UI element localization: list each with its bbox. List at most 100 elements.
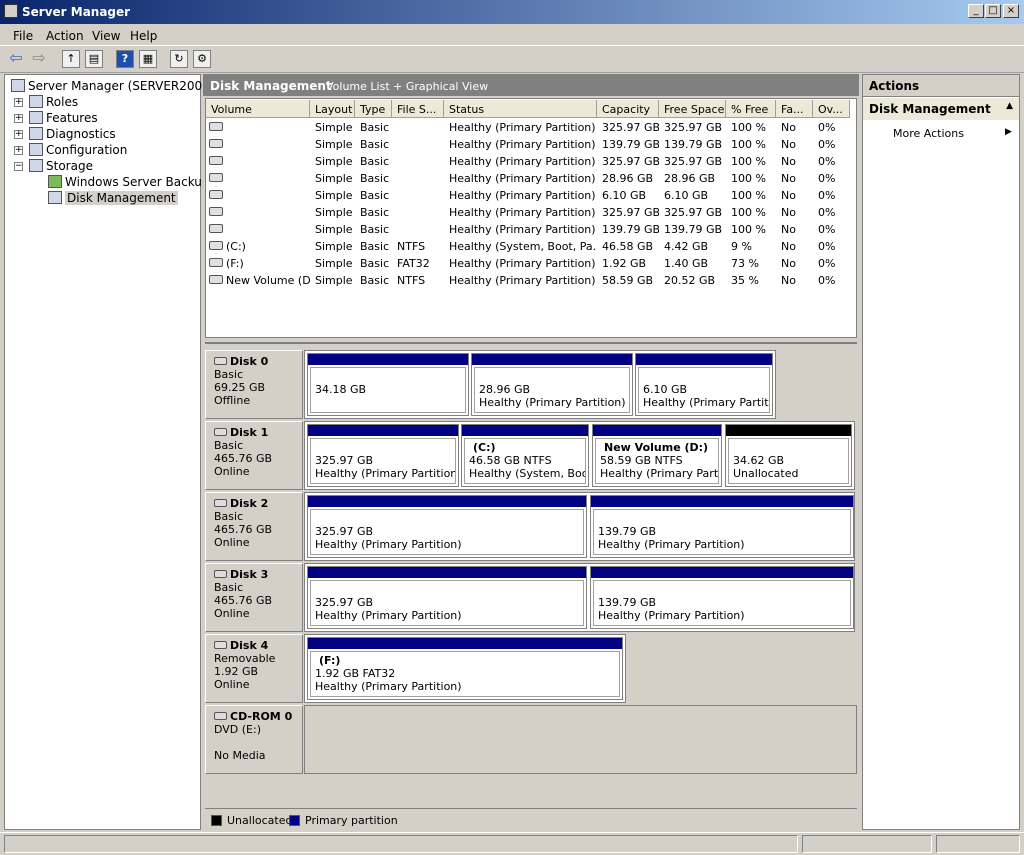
disk-size: 1.92 GB: [214, 665, 259, 678]
refresh-icon[interactable]: ↻: [170, 50, 188, 68]
partition[interactable]: 325.97 GB Healthy (Primary Partition): [307, 424, 459, 487]
show-hide-tree-icon[interactable]: ▤: [85, 50, 103, 68]
volume-row[interactable]: Simple Basic Healthy (Primary Partition) 13…: [206, 221, 856, 238]
partition[interactable]: (C:)46.58 GB NTFSHealthy (System, Boot, …: [461, 424, 589, 487]
partition[interactable]: 34.18 GB: [307, 353, 469, 416]
partition[interactable]: 325.97 GB Healthy (Primary Partition): [307, 566, 587, 629]
disk-label[interactable]: Disk 0 Basic 69.25 GB Offline: [205, 350, 303, 419]
tree-item-roles[interactable]: Roles: [29, 95, 78, 109]
partition-body: 28.96 GB Healthy (Primary Partition): [474, 367, 630, 413]
cell-free: 20.52 GB: [664, 274, 716, 287]
menu-file[interactable]: File: [13, 29, 33, 43]
partition[interactable]: New Volume (D:) 58.59 GB NTFS Healthy (Pri…: [592, 424, 722, 487]
collapse-storage-icon[interactable]: −: [14, 162, 23, 171]
legend-swatch-unallocated: [211, 815, 222, 826]
disk-label[interactable]: Disk 3 Basic 465.76 GB Online: [205, 563, 303, 632]
expand-diagnostics-icon[interactable]: +: [14, 130, 23, 139]
column-header-capacity[interactable]: Capacity: [597, 100, 659, 118]
disk-label[interactable]: Disk 4 Removable 1.92 GB Online: [205, 634, 303, 703]
column-header-volume[interactable]: Volume: [206, 100, 310, 118]
disk-label[interactable]: Disk 2 Basic 465.76 GB Online: [205, 492, 303, 561]
disk-state: Online: [214, 678, 250, 691]
export-icon[interactable]: ⚙: [193, 50, 211, 68]
volume-icon: [209, 156, 223, 165]
cell-fault: No: [781, 206, 796, 219]
disk-icon: [214, 428, 227, 436]
volume-icon: [209, 241, 223, 250]
column-header-percent-free[interactable]: % Free: [726, 100, 776, 118]
partition[interactable]: 139.79 GB Healthy (Primary Partition): [590, 495, 854, 558]
column-header-free-space[interactable]: Free Space: [659, 100, 726, 118]
volume-row[interactable]: New Volume (D:) Simple Basic NTFS Healthy (P…: [206, 272, 856, 289]
forward-arrow-icon[interactable]: ⇨: [30, 50, 48, 68]
storage-icon: [29, 159, 43, 172]
close-button[interactable]: ×: [1003, 4, 1019, 18]
cell-capacity: 46.58 GB: [602, 240, 654, 253]
partition-size: 58.59 GB NTFS: [600, 454, 683, 467]
roles-icon: [29, 95, 43, 108]
cell-type: Basic: [360, 223, 390, 236]
tree-root[interactable]: Server Manager (SERVER2008): [11, 79, 215, 93]
volume-row[interactable]: Simple Basic Healthy (Primary Partition) 32…: [206, 119, 856, 136]
column-header-fault-tolerance[interactable]: Fa...: [776, 100, 813, 118]
volume-icon: [209, 258, 223, 267]
volume-row[interactable]: (C:) Simple Basic NTFS Healthy (System, Boot…: [206, 238, 856, 255]
menu-action[interactable]: Action: [46, 29, 84, 43]
column-header-file-system[interactable]: File S...: [392, 100, 444, 118]
more-actions-item[interactable]: More Actions ▶: [893, 127, 1012, 140]
unallocated-space[interactable]: 34.62 GB Unallocated: [725, 424, 852, 487]
tree-item-disk-management[interactable]: Disk Management: [48, 191, 178, 205]
legend-swatch-primary: [289, 815, 300, 826]
cell-layout: Simple: [315, 138, 353, 151]
partition-title: (F:): [319, 654, 341, 667]
cell-overhead: 0%: [818, 274, 836, 287]
status-bar: [0, 832, 1024, 855]
partition[interactable]: 139.79 GB Healthy (Primary Partition): [590, 566, 854, 629]
volume-icon: [209, 139, 223, 148]
tree-item-features[interactable]: Features: [29, 111, 98, 125]
volume-row[interactable]: Simple Basic Healthy (Primary Partition) 32…: [206, 204, 856, 221]
disk-icon: [214, 499, 227, 507]
cell-free: 4.42 GB: [664, 240, 709, 253]
disk-row: Disk 3 Basic 465.76 GB Online 325.97 GB Healt…: [205, 563, 857, 632]
expand-roles-icon[interactable]: +: [14, 98, 23, 107]
volume-row[interactable]: Simple Basic Healthy (Primary Partition) 13…: [206, 136, 856, 153]
column-header-layout[interactable]: Layout: [310, 100, 355, 118]
menu-view[interactable]: View: [92, 29, 120, 43]
volume-row[interactable]: Simple Basic Healthy (Primary Partition) 32…: [206, 153, 856, 170]
up-folder-icon[interactable]: ↑: [62, 50, 80, 68]
column-header-status[interactable]: Status: [444, 100, 597, 118]
partition[interactable]: (F:) 1.92 GB FAT32 Healthy (Primary Partit…: [307, 637, 623, 700]
volume-row[interactable]: (F:) Simple Basic FAT32 Healthy (Primary Par…: [206, 255, 856, 272]
partition[interactable]: 6.10 GBHealthy (Primary Partition): [635, 353, 773, 416]
expand-features-icon[interactable]: +: [14, 114, 23, 123]
menu-help[interactable]: Help: [130, 29, 157, 43]
volume-row[interactable]: Simple Basic Healthy (Primary Partition) 28…: [206, 170, 856, 187]
disk-label[interactable]: CD-ROM 0 DVD (E:) No Media: [205, 705, 303, 774]
actions-section-disk-management[interactable]: Disk Management ▲: [863, 98, 1019, 120]
column-header-type[interactable]: Type: [355, 100, 392, 118]
column-header-overhead[interactable]: Ov...: [813, 100, 850, 118]
tree-item-diagnostics[interactable]: Diagnostics: [29, 127, 116, 141]
help-icon[interactable]: ?: [116, 50, 134, 68]
tree-item-windows-server-backup[interactable]: Windows Server Backup: [48, 175, 210, 189]
disk-label[interactable]: Disk 1 Basic 465.76 GB Online: [205, 421, 303, 490]
properties-icon[interactable]: ▦: [139, 50, 157, 68]
tree-item-storage[interactable]: Storage: [29, 159, 93, 173]
cell-fault: No: [781, 121, 796, 134]
tree-item-configuration[interactable]: Configuration: [29, 143, 127, 157]
cell-status: Healthy (Primary Partition): [449, 189, 595, 202]
collapse-section-icon[interactable]: ▲: [1006, 101, 1013, 111]
back-arrow-icon[interactable]: ⇦: [7, 50, 25, 68]
disk-row: CD-ROM 0 DVD (E:) No Media: [205, 705, 857, 774]
minimize-button[interactable]: _: [968, 4, 984, 18]
maximize-button[interactable]: □: [985, 4, 1001, 18]
partition-title: [598, 583, 846, 596]
partition[interactable]: 28.96 GB Healthy (Primary Partition): [471, 353, 633, 416]
partition-size: 28.96 GB: [479, 383, 531, 396]
diagnostics-icon: [29, 127, 43, 140]
partition[interactable]: 325.97 GB Healthy (Primary Partition): [307, 495, 587, 558]
volume-row[interactable]: Simple Basic Healthy (Primary Partition) 6.…: [206, 187, 856, 204]
toolbar: ⇦ ⇨ ↑ ▤ ? ▦ ↻ ⚙: [0, 46, 1024, 73]
expand-configuration-icon[interactable]: +: [14, 146, 23, 155]
